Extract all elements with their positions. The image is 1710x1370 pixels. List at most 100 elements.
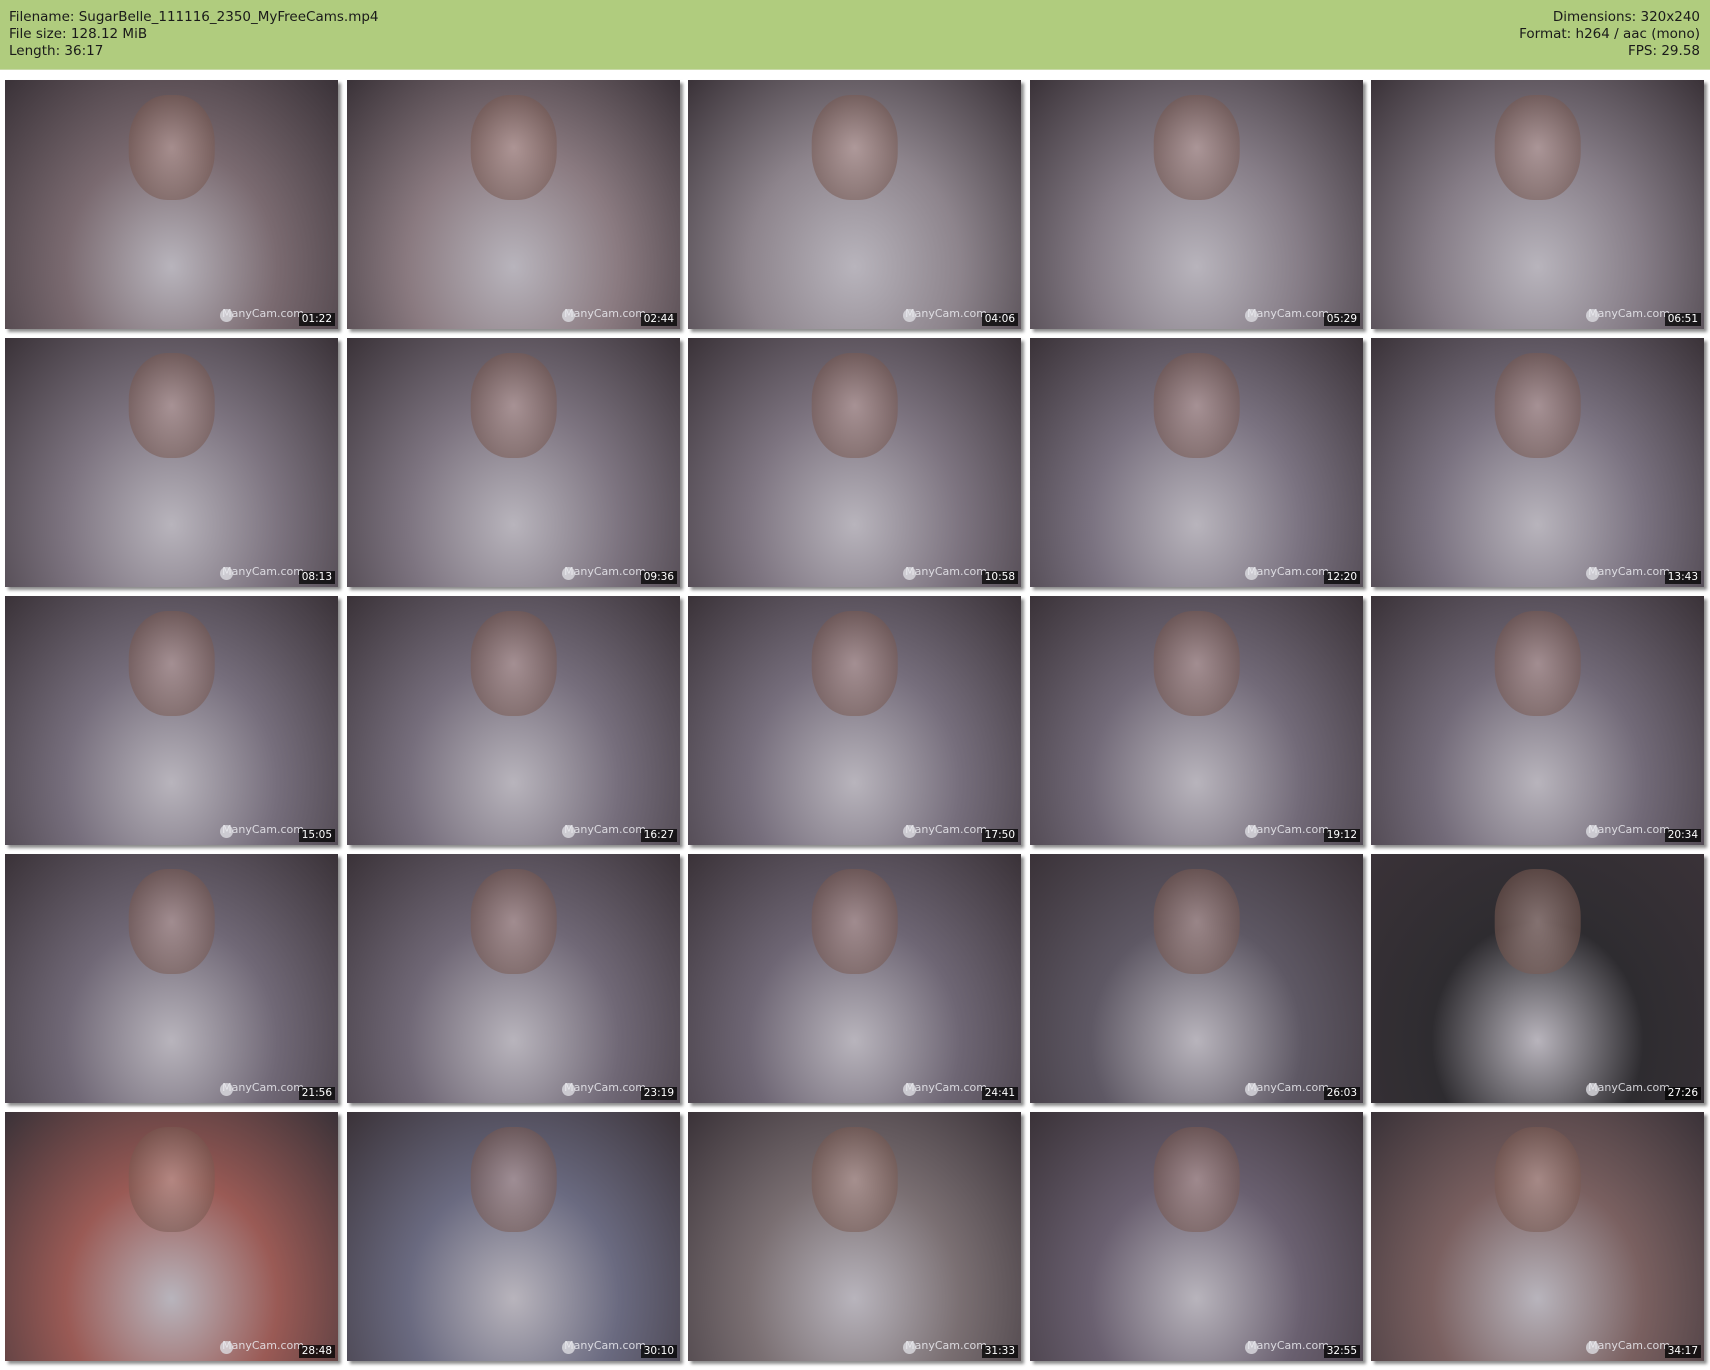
timestamp: 28:48 (298, 1345, 335, 1358)
video-frame-thumbnail[interactable]: ManyCam.com 30:10 (347, 1112, 680, 1361)
watermark: ManyCam.com (1247, 1339, 1329, 1352)
frame-image-region (470, 1126, 557, 1232)
timestamp: 26:03 (1323, 1087, 1360, 1100)
frame-image-region (128, 352, 215, 458)
watermark: ManyCam.com (564, 307, 646, 320)
frame-image-region (1494, 352, 1581, 458)
video-frame-thumbnail[interactable]: ManyCam.com 34:17 (1371, 1112, 1704, 1361)
timestamp: 10:58 (981, 571, 1018, 584)
video-frame-thumbnail[interactable]: ManyCam.com 19:12 (1030, 596, 1363, 845)
timestamp: 30:10 (640, 1345, 677, 1358)
video-frame-thumbnail[interactable]: ManyCam.com 24:41 (688, 854, 1021, 1103)
video-frame-thumbnail[interactable]: ManyCam.com 26:03 (1030, 854, 1363, 1103)
timestamp: 02:44 (640, 313, 677, 326)
video-frame-thumbnail[interactable]: ManyCam.com 06:51 (1371, 80, 1704, 329)
dimensions: Dimensions: 320x240 (1552, 9, 1700, 25)
timestamp: 08:13 (298, 571, 335, 584)
video-frame-thumbnail[interactable]: ManyCam.com 21:56 (5, 854, 338, 1103)
watermark: ManyCam.com (1588, 307, 1670, 320)
frame-image-region (1153, 868, 1240, 974)
timestamp: 09:36 (640, 571, 677, 584)
video-frame-thumbnail[interactable]: ManyCam.com 16:27 (347, 596, 680, 845)
timestamp: 12:20 (1323, 571, 1360, 584)
timestamp: 34:17 (1664, 1345, 1701, 1358)
frame-image-region (128, 868, 215, 974)
video-frame-thumbnail[interactable]: ManyCam.com 23:19 (347, 854, 680, 1103)
video-frame-thumbnail[interactable]: ManyCam.com 12:20 (1030, 338, 1363, 587)
filename: Filename: SugarBelle_111116_2350_MyFreeC… (9, 9, 379, 25)
video-frame-thumbnail[interactable]: ManyCam.com 15:05 (5, 596, 338, 845)
format: Format: h264 / aac (mono) (1519, 26, 1700, 42)
video-frame-thumbnail[interactable]: ManyCam.com 02:44 (347, 80, 680, 329)
frame-image-region (1494, 868, 1581, 974)
timestamp: 15:05 (298, 829, 335, 842)
frame-image-region (1494, 94, 1581, 200)
timestamp: 01:22 (298, 313, 335, 326)
watermark: ManyCam.com (905, 1339, 987, 1352)
frame-image-region (1494, 1126, 1581, 1232)
watermark: ManyCam.com (1588, 1339, 1670, 1352)
video-frame-thumbnail[interactable]: ManyCam.com 08:13 (5, 338, 338, 587)
watermark: ManyCam.com (1247, 307, 1329, 320)
frame-image-region (128, 610, 215, 716)
watermark: ManyCam.com (905, 1081, 987, 1094)
video-frame-thumbnail[interactable]: ManyCam.com 10:58 (688, 338, 1021, 587)
watermark: ManyCam.com (1247, 823, 1329, 836)
timestamp: 16:27 (640, 829, 677, 842)
stream-info: Dimensions: 320x240 Format: h264 / aac (… (1519, 9, 1700, 60)
frame-image-region (811, 1126, 898, 1232)
video-frame-thumbnail[interactable]: ManyCam.com 13:43 (1371, 338, 1704, 587)
frame-image-region (1153, 94, 1240, 200)
video-frame-thumbnail[interactable]: ManyCam.com 05:29 (1030, 80, 1363, 329)
frame-image-region (470, 610, 557, 716)
frame-image-region (1153, 610, 1240, 716)
watermark: ManyCam.com (222, 1339, 304, 1352)
timestamp: 23:19 (640, 1087, 677, 1100)
watermark: ManyCam.com (564, 1081, 646, 1094)
timestamp: 20:34 (1664, 829, 1701, 842)
video-frame-thumbnail[interactable]: ManyCam.com 32:55 (1030, 1112, 1363, 1361)
watermark: ManyCam.com (1247, 1081, 1329, 1094)
timestamp: 19:12 (1323, 829, 1360, 842)
timestamp: 17:50 (981, 829, 1018, 842)
frame-image-region (1494, 610, 1581, 716)
watermark: ManyCam.com (564, 1339, 646, 1352)
watermark: ManyCam.com (222, 1081, 304, 1094)
frame-image-region (811, 352, 898, 458)
watermark: ManyCam.com (905, 565, 987, 578)
timestamp: 06:51 (1664, 313, 1701, 326)
watermark: ManyCam.com (1588, 565, 1670, 578)
video-frame-thumbnail[interactable]: ManyCam.com 01:22 (5, 80, 338, 329)
fps: FPS: 29.58 (1628, 43, 1700, 59)
timestamp: 05:29 (1323, 313, 1360, 326)
watermark: ManyCam.com (1247, 565, 1329, 578)
video-frame-thumbnail[interactable]: ManyCam.com 27:26 (1371, 854, 1704, 1103)
timestamp: 13:43 (1664, 571, 1701, 584)
watermark: ManyCam.com (905, 823, 987, 836)
timestamp: 04:06 (981, 313, 1018, 326)
frame-image-region (128, 94, 215, 200)
video-frame-thumbnail[interactable]: ManyCam.com 17:50 (688, 596, 1021, 845)
watermark: ManyCam.com (905, 307, 987, 320)
timestamp: 24:41 (981, 1087, 1018, 1100)
file-size: File size: 128.12 MiB (9, 26, 148, 42)
watermark: ManyCam.com (222, 565, 304, 578)
file-info: Filename: SugarBelle_111116_2350_MyFreeC… (9, 9, 379, 60)
watermark: ManyCam.com (222, 823, 304, 836)
frame-image-region (470, 94, 557, 200)
frame-image-region (1153, 1126, 1240, 1232)
timestamp: 27:26 (1664, 1087, 1701, 1100)
video-frame-thumbnail[interactable]: ManyCam.com 20:34 (1371, 596, 1704, 845)
frame-image-region (470, 352, 557, 458)
timestamp: 31:33 (981, 1345, 1018, 1358)
watermark: ManyCam.com (564, 823, 646, 836)
video-frame-thumbnail[interactable]: ManyCam.com 31:33 (688, 1112, 1021, 1361)
video-frame-thumbnail[interactable]: ManyCam.com 09:36 (347, 338, 680, 587)
video-frame-thumbnail[interactable]: ManyCam.com 28:48 (5, 1112, 338, 1361)
length: Length: 36:17 (9, 43, 104, 59)
video-frame-thumbnail[interactable]: ManyCam.com 04:06 (688, 80, 1021, 329)
frame-image-region (470, 868, 557, 974)
info-header: Filename: SugarBelle_111116_2350_MyFreeC… (0, 0, 1710, 70)
watermark: ManyCam.com (1588, 1081, 1670, 1094)
timestamp: 32:55 (1323, 1345, 1360, 1358)
